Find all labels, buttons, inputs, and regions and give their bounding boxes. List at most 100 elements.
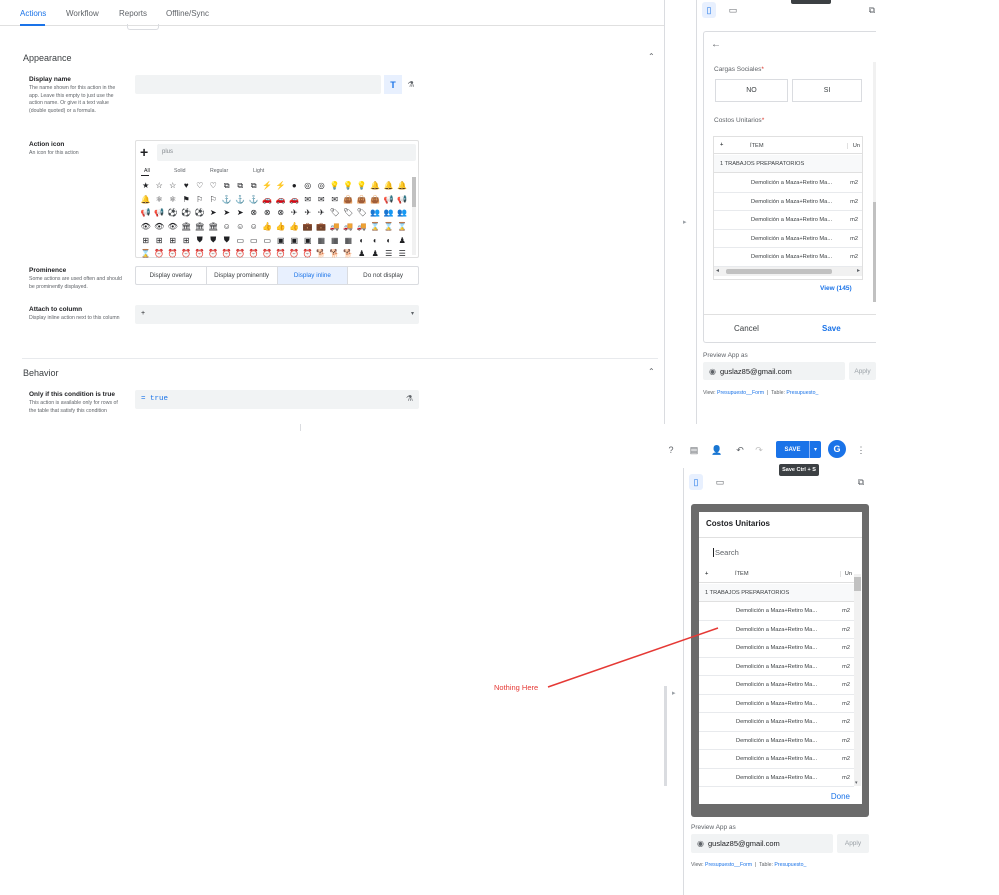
icon-option[interactable]: 🚚 xyxy=(355,220,369,234)
icon-option[interactable]: ⏰ xyxy=(180,247,194,261)
icon-option[interactable]: 🔔 xyxy=(139,193,153,207)
view-link[interactable]: Presupuesto__Form xyxy=(717,390,764,396)
icon-option[interactable]: ⏰ xyxy=(207,247,221,261)
tab-workflow[interactable]: Workflow xyxy=(66,9,99,18)
bottom-view-link[interactable]: Presupuesto__Form xyxy=(705,862,752,868)
icon-option[interactable]: 🏷 xyxy=(355,206,369,220)
icon-option[interactable]: ⏰ xyxy=(153,247,167,261)
icon-option[interactable]: 💡 xyxy=(328,179,342,193)
icon-option[interactable]: ◎ xyxy=(301,179,315,193)
icon-option[interactable]: 👜 xyxy=(342,193,356,207)
bottom-editor-scrollbar[interactable] xyxy=(664,686,667,786)
icon-option[interactable]: 👍 xyxy=(288,220,302,234)
icon-option[interactable]: ➤ xyxy=(234,206,248,220)
icon-option[interactable]: ⏰ xyxy=(234,247,248,261)
icon-option[interactable]: 👍 xyxy=(274,220,288,234)
icon-option[interactable]: ✉ xyxy=(301,193,315,207)
filter-solid[interactable]: Solid xyxy=(174,168,186,174)
more-vert-icon[interactable]: ⋮ xyxy=(855,443,867,457)
icon-option[interactable]: ⏰ xyxy=(166,247,180,261)
icon-option[interactable]: ♟ xyxy=(396,233,410,247)
dialog-scroll-thumb[interactable] xyxy=(854,577,861,591)
scroll-left-icon[interactable]: ◂ xyxy=(716,267,719,274)
icon-option[interactable]: ⚓ xyxy=(220,193,234,207)
condition-formula-input[interactable]: = true ⚗ xyxy=(135,390,419,409)
collapse-behavior-chevron-icon[interactable]: ⌃ xyxy=(648,367,655,376)
horizontal-scroll-thumb[interactable] xyxy=(726,269,832,274)
icon-option[interactable]: ⚓ xyxy=(247,193,261,207)
icon-option[interactable]: ▭ xyxy=(234,233,248,247)
cargas-no-button[interactable]: NO xyxy=(715,79,788,102)
text-mode-button[interactable]: T xyxy=(384,75,402,94)
icon-option[interactable]: ⏰ xyxy=(220,247,234,261)
filter-all[interactable]: All xyxy=(144,168,150,174)
table-row[interactable]: Demolición a Maza+Retiro Ma... m2 xyxy=(714,230,862,248)
bottom-preview-email-field[interactable]: ◉ guslaz85@gmail.com xyxy=(691,834,833,853)
icon-option[interactable]: ▦ xyxy=(328,233,342,247)
mobile-view-icon[interactable]: ▯ xyxy=(702,2,716,18)
icon-option[interactable]: 🐕 xyxy=(328,247,342,261)
icon-option[interactable]: ☆ xyxy=(166,179,180,193)
icon-option[interactable]: ☆ xyxy=(153,179,167,193)
icon-option[interactable]: ⛊ xyxy=(193,233,207,247)
icon-option[interactable]: ⊗ xyxy=(261,206,275,220)
back-arrow-icon[interactable]: ← xyxy=(711,39,721,50)
open-external-icon[interactable]: ⧉ xyxy=(866,4,878,16)
icon-option[interactable]: ◐ xyxy=(355,233,369,247)
table-row[interactable]: Demolición a Maza+Retiro Ma... m2 xyxy=(699,732,854,750)
icon-option[interactable]: 🚗 xyxy=(274,193,288,207)
icon-option[interactable]: ⊞ xyxy=(166,233,180,247)
icon-option[interactable]: 💼 xyxy=(301,220,315,234)
icon-option[interactable]: ⚽ xyxy=(193,206,207,220)
icon-option[interactable]: ⛊ xyxy=(207,233,221,247)
filter-light[interactable]: Light xyxy=(253,168,264,174)
filter-regular[interactable]: Regular xyxy=(210,168,228,174)
icon-option[interactable]: 🚗 xyxy=(261,193,275,207)
horizontal-scrollbar[interactable]: ◂ ▸ xyxy=(714,267,862,276)
icon-option[interactable]: ⏰ xyxy=(274,247,288,261)
icon-option[interactable]: 👍 xyxy=(261,220,275,234)
icon-option[interactable]: ▭ xyxy=(247,233,261,247)
icon-option[interactable]: ♡ xyxy=(207,179,221,193)
icon-option[interactable]: ⊗ xyxy=(247,206,261,220)
icon-option[interactable]: 👥 xyxy=(369,206,383,220)
icon-option[interactable]: ▭ xyxy=(261,233,275,247)
app-save-button[interactable]: SAVE xyxy=(776,441,809,458)
icon-option[interactable]: ⏰ xyxy=(301,247,315,261)
cancel-button[interactable]: Cancel xyxy=(734,324,759,333)
icon-option[interactable]: 🔔 xyxy=(369,179,383,193)
icon-option[interactable]: ▦ xyxy=(315,233,329,247)
icon-option[interactable]: ⚐ xyxy=(207,193,221,207)
icon-option[interactable]: 👜 xyxy=(355,193,369,207)
icon-option[interactable]: 👁 xyxy=(139,220,153,234)
icon-option[interactable]: ⊞ xyxy=(180,233,194,247)
icon-option[interactable]: ⚽ xyxy=(166,206,180,220)
user-avatar[interactable]: G xyxy=(828,440,846,458)
icon-option[interactable]: ⌛ xyxy=(396,220,410,234)
scroll-right-icon[interactable]: ▸ xyxy=(857,267,860,274)
bottom-mobile-view-icon[interactable]: ▯ xyxy=(689,474,703,490)
icon-option[interactable]: ☰ xyxy=(396,247,410,261)
icon-option[interactable]: ♟ xyxy=(355,247,369,261)
icon-option[interactable]: ◐ xyxy=(382,233,396,247)
dialog-search-input[interactable]: Search xyxy=(713,548,739,557)
icon-option[interactable]: 👁 xyxy=(153,220,167,234)
icon-option[interactable]: 📢 xyxy=(382,193,396,207)
icon-option[interactable]: ◐ xyxy=(369,233,383,247)
icon-option[interactable]: ⊞ xyxy=(139,233,153,247)
icon-option[interactable]: 🚚 xyxy=(342,220,356,234)
table-row[interactable]: Demolición a Maza+Retiro Ma... m2 xyxy=(699,713,854,732)
apply-button[interactable]: Apply xyxy=(849,362,876,380)
icon-option[interactable]: ⊗ xyxy=(274,206,288,220)
icon-option[interactable]: 🚗 xyxy=(288,193,302,207)
icon-option[interactable]: ★ xyxy=(139,179,153,193)
icon-option[interactable]: ▣ xyxy=(301,233,315,247)
tab-offline-sync[interactable]: Offline/Sync xyxy=(166,9,209,18)
collapse-appearance-chevron-icon[interactable]: ⌃ xyxy=(648,52,655,61)
save-dropdown-icon[interactable]: ▾ xyxy=(809,441,821,458)
bottom-apply-button[interactable]: Apply xyxy=(837,834,869,853)
icon-option[interactable]: ➤ xyxy=(220,206,234,220)
prominence-display-overlay[interactable]: Display overlay xyxy=(136,267,207,284)
dialog-group-row[interactable]: 1 TRABAJOS PREPARATORIOS xyxy=(699,584,854,602)
prominence-do-not-display[interactable]: Do not display xyxy=(348,267,418,284)
